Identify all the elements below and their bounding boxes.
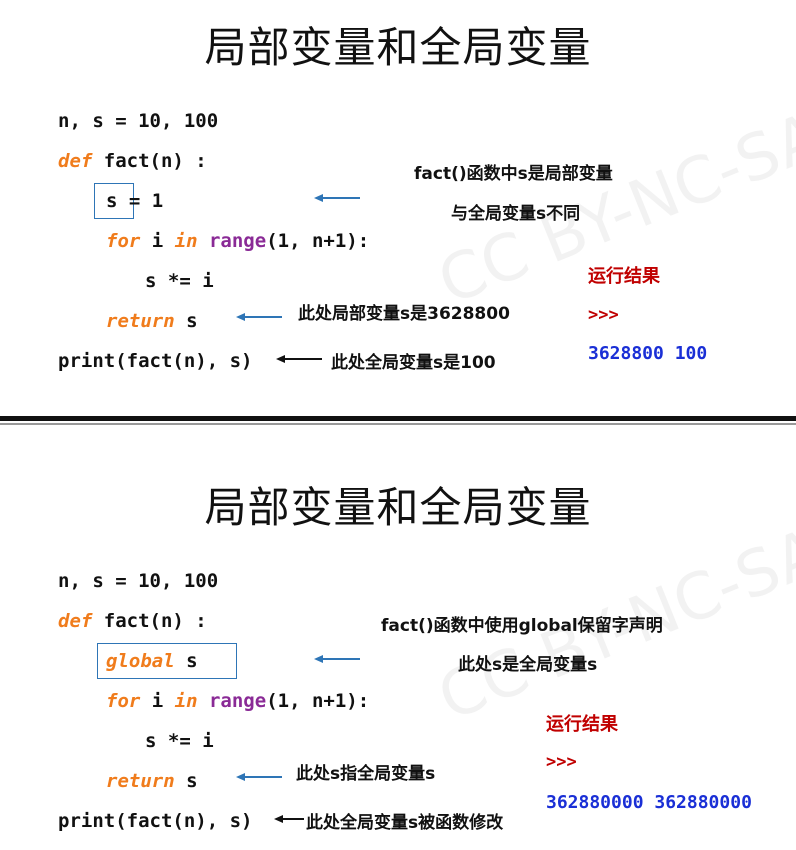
- range-function: range: [197, 230, 267, 252]
- def-signature: fact(n) :: [92, 150, 207, 172]
- code-line-print: print(fact(n), s): [58, 810, 253, 832]
- keyword-def: def: [58, 150, 93, 172]
- range-function: range: [197, 690, 267, 712]
- result-label: 运行结果: [546, 714, 618, 735]
- result-prompt: >>>: [546, 752, 577, 772]
- def-signature: fact(n) :: [92, 610, 207, 632]
- code-line-print: print(fact(n), s): [58, 350, 253, 372]
- keyword-return: return: [106, 770, 175, 792]
- slide-top: CC BY-NC-SA 嵩天 局部变量和全局变量 n, s = 10, 100 …: [0, 0, 796, 416]
- return-value: s: [174, 310, 198, 332]
- arrow-left-icon: [274, 815, 304, 823]
- code-line-for: for i in range(1, n+1):: [106, 690, 369, 712]
- loop-var: i: [140, 690, 175, 712]
- arrow-left-icon: [236, 313, 282, 321]
- keyword-for: for: [106, 230, 141, 252]
- keyword-in: in: [174, 690, 198, 712]
- code-line-def: def fact(n) :: [58, 610, 207, 632]
- keyword-def: def: [58, 610, 93, 632]
- code-line-return: return s: [106, 770, 198, 792]
- range-args: (1, n+1):: [266, 230, 370, 252]
- arrow-left-icon: [236, 773, 282, 781]
- slide-bottom: CC BY-NC-SA 嵩天 局部变量和全局变量 n, s = 10, 100 …: [0, 426, 796, 850]
- code-line-1: n, s = 10, 100: [58, 110, 219, 132]
- keyword-in: in: [174, 230, 198, 252]
- note-global-declaration: fact()函数中使用global保留字声明: [381, 616, 663, 636]
- slide-divider: [0, 416, 796, 421]
- code-line-1: n, s = 10, 100: [58, 570, 219, 592]
- note-differs-from-global: 与全局变量s不同: [451, 204, 581, 224]
- code-line-for: for i in range(1, n+1):: [106, 230, 369, 252]
- note-global-variable: 此处s是全局变量s: [458, 655, 598, 675]
- keyword-return: return: [106, 310, 175, 332]
- result-prompt: >>>: [588, 305, 619, 325]
- slide-divider-shadow: [0, 423, 796, 425]
- loop-var: i: [140, 230, 175, 252]
- note-local-value: 此处局部变量s是3628800: [298, 304, 510, 324]
- arrow-left-icon: [314, 655, 360, 663]
- arrow-left-icon: [276, 355, 322, 363]
- result-value: 3628800 100: [588, 343, 708, 364]
- note-local-variable: fact()函数中s是局部变量: [414, 164, 613, 184]
- note-global-value: 此处全局变量s是100: [331, 353, 496, 373]
- arrow-left-icon: [314, 194, 360, 202]
- code-line-multiply: s *= i: [145, 270, 214, 292]
- code-line-assign: s = 1: [106, 190, 164, 212]
- slide-title: 局部变量和全局变量: [204, 23, 592, 72]
- result-value: 362880000 362880000: [546, 792, 752, 813]
- keyword-for: for: [106, 690, 141, 712]
- keyword-global: global: [106, 650, 175, 672]
- note-modified-by-function: 此处全局变量s被函数修改: [306, 813, 504, 833]
- result-label: 运行结果: [588, 266, 660, 287]
- code-line-global: global s: [106, 650, 198, 672]
- code-line-return: return s: [106, 310, 198, 332]
- code-line-multiply: s *= i: [145, 730, 214, 752]
- slide-title: 局部变量和全局变量: [204, 483, 592, 532]
- range-args: (1, n+1):: [266, 690, 370, 712]
- global-variable: s: [174, 650, 198, 672]
- code-line-def: def fact(n) :: [58, 150, 207, 172]
- return-value: s: [174, 770, 198, 792]
- note-refers-global: 此处s指全局变量s: [296, 764, 436, 784]
